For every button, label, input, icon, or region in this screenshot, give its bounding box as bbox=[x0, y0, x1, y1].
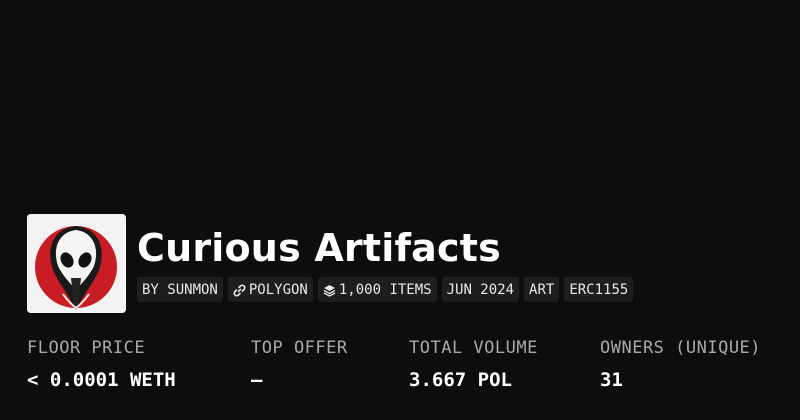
tag-category-label: ART bbox=[529, 282, 555, 298]
stat-floor-price: FLOOR PRICE < 0.0001 WETH bbox=[27, 338, 176, 391]
stat-value: — bbox=[251, 369, 263, 391]
link-icon bbox=[233, 284, 246, 297]
stat-value: 3.667 POL bbox=[409, 369, 512, 391]
stat-total-volume: TOTAL VOLUME 3.667 POL bbox=[409, 338, 538, 391]
stat-owners: OWNERS (UNIQUE) 31 bbox=[600, 338, 761, 391]
collection-header: Curious Artifacts BY SUNMON POLYGON 1,00… bbox=[27, 214, 634, 313]
tag-category[interactable]: ART bbox=[524, 277, 560, 302]
stat-top-offer: TOP OFFER — bbox=[251, 338, 348, 391]
stat-value: 31 bbox=[600, 369, 623, 391]
tag-chain-label: POLYGON bbox=[248, 282, 308, 298]
collection-avatar bbox=[27, 214, 126, 313]
collection-title: Curious Artifacts bbox=[137, 226, 501, 270]
stat-label: TOP OFFER bbox=[251, 338, 348, 358]
stat-value: < 0.0001 WETH bbox=[27, 369, 176, 391]
stat-label: TOTAL VOLUME bbox=[409, 338, 538, 358]
tag-date[interactable]: JUN 2024 bbox=[441, 277, 520, 302]
tag-creator[interactable]: BY SUNMON bbox=[137, 277, 223, 302]
stat-label: OWNERS (UNIQUE) bbox=[600, 338, 762, 358]
tag-items-label: 1,000 ITEMS bbox=[338, 282, 432, 298]
tag-items[interactable]: 1,000 ITEMS bbox=[317, 277, 437, 302]
tag-date-label: JUN 2024 bbox=[446, 282, 515, 298]
layers-icon bbox=[323, 284, 336, 297]
tag-standard-label: ERC1155 bbox=[569, 282, 629, 298]
tag-standard[interactable]: ERC1155 bbox=[564, 277, 634, 302]
collection-tags: BY SUNMON POLYGON 1,000 ITEMS JUN 2024 A… bbox=[137, 277, 634, 302]
stat-label: FLOOR PRICE bbox=[27, 338, 146, 358]
tag-chain[interactable]: POLYGON bbox=[227, 277, 313, 302]
plague-mask-image bbox=[27, 214, 126, 313]
tag-creator-label: BY SUNMON bbox=[142, 282, 218, 298]
